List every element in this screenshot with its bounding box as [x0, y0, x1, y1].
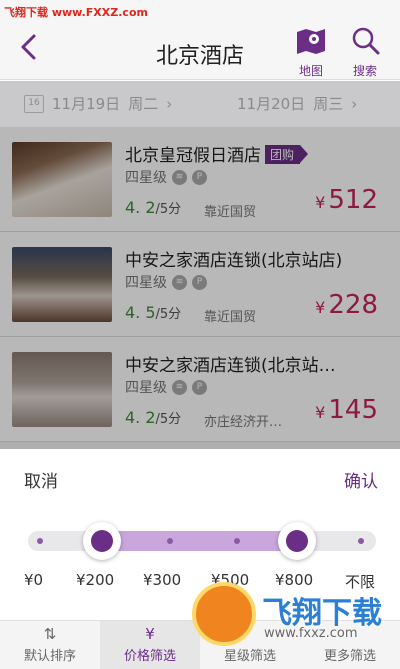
checkout-date-selector[interactable]: 11月20日 周三 ›: [237, 93, 357, 114]
watermark-logo: 飞翔下载 www.fxxz.com: [182, 572, 392, 662]
search-icon: [352, 27, 380, 55]
date-selector-bar: 16 11月19日 周二 › 11月20日 周三 ›: [0, 81, 400, 127]
tab-label: 默认排序: [23, 649, 76, 664]
slider-stop: [37, 538, 43, 544]
calendar-icon: 16: [24, 94, 44, 113]
checkin-date: 11月19日: [52, 95, 121, 113]
watermark-text: 飞翔下载 www.FXXZ.com: [4, 6, 148, 19]
checkin-weekday: 周二: [128, 95, 159, 113]
watermark-logo-url: www.fxxz.com: [264, 626, 358, 641]
checkout-weekday: 周三: [313, 95, 344, 113]
checkout-date: 11月20日: [237, 95, 306, 113]
slider-stop: [234, 538, 240, 544]
min-price-handle[interactable]: [83, 522, 121, 560]
slider-stop: [358, 538, 364, 544]
price-tick: ¥200: [76, 571, 115, 589]
selected-range: [100, 531, 300, 551]
max-price-handle[interactable]: [278, 522, 316, 560]
map-icon: [297, 29, 325, 54]
chevron-right-icon: ›: [166, 94, 173, 113]
map-label: 地图: [298, 64, 323, 78]
cancel-button[interactable]: 取消: [24, 467, 58, 492]
price-tick: ¥300: [143, 571, 182, 589]
watermark-logo-icon: [192, 582, 256, 646]
map-button[interactable]: 地图: [288, 26, 334, 78]
tab-label: 价格筛选: [123, 649, 176, 664]
checkin-date-selector[interactable]: 16 11月19日 周二 ›: [24, 93, 172, 114]
price-tick: ¥0: [24, 571, 44, 589]
chevron-right-icon: ›: [351, 94, 358, 113]
sort-icon: ⇅: [43, 625, 57, 643]
confirm-button[interactable]: 确认: [344, 467, 378, 492]
dim-overlay[interactable]: [0, 127, 400, 449]
tab-default-sort[interactable]: ⇅ 默认排序: [0, 621, 100, 669]
search-button[interactable]: 搜索: [342, 26, 388, 78]
page-title: 北京酒店: [155, 44, 244, 69]
search-label: 搜索: [352, 64, 377, 78]
slider-stop: [167, 538, 173, 544]
price-range-slider[interactable]: [28, 522, 376, 560]
